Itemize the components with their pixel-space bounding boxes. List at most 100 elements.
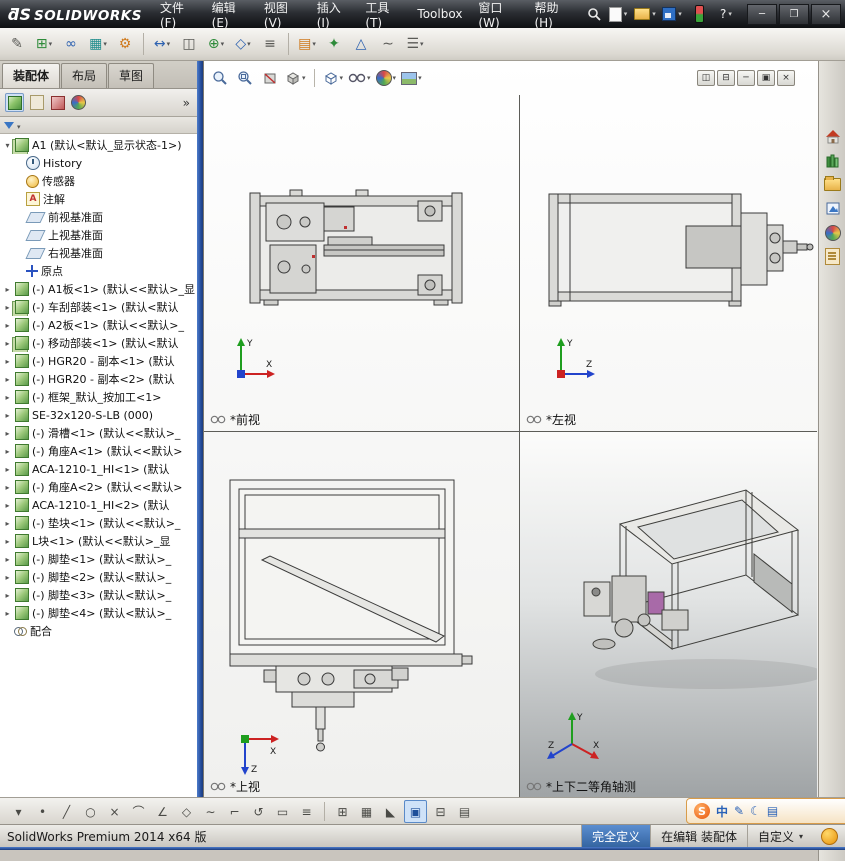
move-component-button[interactable]: ↔ (151, 32, 173, 56)
active-viewport-mode-button[interactable]: ▣ (404, 800, 427, 823)
expand-arrow-icon[interactable] (3, 573, 12, 582)
custom-properties-button[interactable] (821, 245, 844, 268)
hide-show-items-button[interactable] (348, 67, 371, 89)
configuration-manager-tab-button[interactable] (49, 94, 66, 111)
expand-arrow-icon[interactable] (3, 411, 12, 420)
front-view-quadrant[interactable]: Y X *前视 (204, 95, 520, 432)
view-orientation-button[interactable] (285, 67, 306, 89)
doc-restore-button[interactable]: ▣ (757, 70, 775, 86)
expand-arrow-icon[interactable] (3, 591, 12, 600)
menu-file[interactable]: 文件(F) (152, 0, 204, 34)
left-view-quadrant[interactable]: Y Z *左视 (520, 95, 817, 432)
tree-item-component[interactable]: (-) 脚垫<3> (默认<默认>_ (0, 586, 197, 604)
design-library-button[interactable] (821, 149, 844, 172)
sketch-tool-button[interactable]: ∼ (200, 801, 221, 822)
help-button[interactable]: ? (714, 3, 738, 25)
zoom-area-button[interactable] (235, 67, 255, 89)
tree-item-component[interactable]: SE-32x120-S-LB (000) (0, 406, 197, 424)
custom-dropdown[interactable]: 自定义 (747, 825, 813, 848)
expand-arrow-icon[interactable] (3, 537, 12, 546)
tree-item-sensors[interactable]: 传感器 (0, 172, 197, 190)
sketch-tool-button[interactable]: ▭ (272, 801, 293, 822)
menu-window[interactable]: 窗口(W) (470, 0, 526, 34)
appearances-scenes-button[interactable] (821, 221, 844, 244)
expand-arrow-icon[interactable] (3, 303, 12, 312)
bill-of-materials-button[interactable]: ▤ (296, 32, 318, 56)
expand-arrow-icon[interactable] (3, 375, 12, 384)
open-document-button[interactable] (633, 3, 657, 25)
feature-manager-tab-button[interactable] (5, 93, 24, 112)
component-pattern-button[interactable]: ▦ (87, 32, 109, 56)
solidworks-resources-button[interactable] (821, 125, 844, 148)
tree-item-mates[interactable]: 配合 (0, 622, 197, 640)
tree-item-component[interactable]: (-) HGR20 - 副本<1> (默认 (0, 352, 197, 370)
view-palette-button[interactable] (821, 197, 844, 220)
zoom-fit-button[interactable] (210, 67, 230, 89)
menu-toolbox[interactable]: Toolbox (409, 3, 470, 25)
filter-funnel-icon[interactable] (4, 122, 14, 129)
sketch-tool-button[interactable]: ╱ (56, 801, 77, 822)
reference-geometry-button[interactable]: ◇ (232, 32, 254, 56)
menu-insert[interactable]: 插入(I) (309, 0, 358, 34)
show-hidden-components-button[interactable]: ◫ (178, 32, 200, 56)
edit-component-button[interactable]: ✎ (6, 32, 28, 56)
expand-arrow-icon[interactable] (3, 339, 12, 348)
tree-item-component[interactable]: (-) 移动部装<1> (默认<默认 (0, 334, 197, 352)
assembly-features-button[interactable]: ⊕ (205, 32, 227, 56)
maximize-button[interactable] (779, 4, 809, 25)
split-view-button[interactable]: ⊟ (430, 801, 451, 822)
tree-item-component[interactable]: (-) 滑槽<1> (默认<<默认>_ (0, 424, 197, 442)
tree-item-history[interactable]: History (0, 154, 197, 172)
sketch-tool-button[interactable]: × (104, 801, 125, 822)
tree-item-component[interactable]: (-) A2板<1> (默认<<默认>_ (0, 316, 197, 334)
ime-logo-icon[interactable]: S (694, 803, 710, 819)
tab-assembly[interactable]: 装配体 (2, 63, 60, 88)
sketch-tool-button[interactable]: ≡ (296, 801, 317, 822)
insert-components-button[interactable]: ⊞ (33, 32, 55, 56)
tile-horizontal-button[interactable]: ◫ (697, 70, 715, 86)
section-view-button[interactable] (260, 67, 280, 89)
ime-keyboard-button[interactable]: ▤ (767, 804, 778, 818)
display-style-button[interactable] (323, 67, 344, 89)
tree-item-component[interactable]: (-) 脚垫<2> (默认<默认>_ (0, 568, 197, 586)
tree-item-origin[interactable]: 原点 (0, 262, 197, 280)
minimize-button[interactable] (747, 4, 777, 25)
menu-edit[interactable]: 编辑(E) (204, 0, 256, 34)
smart-fasteners-button[interactable]: ⚙ (114, 32, 136, 56)
tree-item-component[interactable]: L块<1> (默认<<默认>_显 (0, 532, 197, 550)
edit-appearance-button[interactable] (376, 67, 397, 89)
menu-view[interactable]: 视图(V) (256, 0, 309, 34)
sketch-tool-button[interactable]: • (32, 801, 53, 822)
tree-item-component[interactable]: (-) 角座A<2> (默认<<默认> (0, 478, 197, 496)
sketch-tool-button[interactable]: ▾ (8, 801, 29, 822)
collapse-arrow-icon[interactable] (3, 141, 12, 150)
tab-layout[interactable]: 布局 (61, 63, 107, 88)
expand-arrow-icon[interactable] (3, 321, 12, 330)
sketch-tool-button[interactable]: ⌐ (224, 801, 245, 822)
ime-halfwidth-button[interactable]: ☾ (750, 804, 761, 818)
tree-item-front-plane[interactable]: 前视基准面 (0, 208, 197, 226)
tab-sketch[interactable]: 草图 (108, 63, 154, 88)
display-manager-tab-button[interactable] (70, 94, 87, 111)
sketch-tool-button[interactable]: ↺ (248, 801, 269, 822)
selection-filter-button[interactable]: ☰ (404, 32, 426, 56)
isometric-view-quadrant[interactable]: Y X Z *上下二等角轴测 (520, 432, 817, 798)
expand-arrow-icon[interactable] (3, 555, 12, 564)
expand-arrow-icon[interactable] (3, 483, 12, 492)
panel-overflow-button[interactable]: » (183, 96, 192, 110)
tree-item-component[interactable]: (-) 角座A<1> (默认<<默认> (0, 442, 197, 460)
tree-root-item[interactable]: A1 (默认<默认_显示状态-1>) (0, 136, 197, 154)
expand-arrow-icon[interactable] (3, 609, 12, 618)
expand-arrow-icon[interactable] (3, 519, 12, 528)
menu-help[interactable]: 帮助(H) (526, 0, 580, 34)
ime-pen-button[interactable]: ✎ (734, 804, 744, 818)
grid-tool-button[interactable]: ⊞ (332, 801, 353, 822)
tree-item-right-plane[interactable]: 右视基准面 (0, 244, 197, 262)
file-explorer-button[interactable] (821, 173, 844, 196)
panel-splitter[interactable] (197, 60, 203, 797)
tree-item-component[interactable]: ACA-1210-1_HI<1> (默认 (0, 460, 197, 478)
sketch-tool-button[interactable]: ◇ (176, 801, 197, 822)
instant3d-button[interactable]: △ (350, 32, 372, 56)
doc-minimize-button[interactable]: ─ (737, 70, 755, 86)
sketch-tool-button[interactable]: ○ (80, 801, 101, 822)
